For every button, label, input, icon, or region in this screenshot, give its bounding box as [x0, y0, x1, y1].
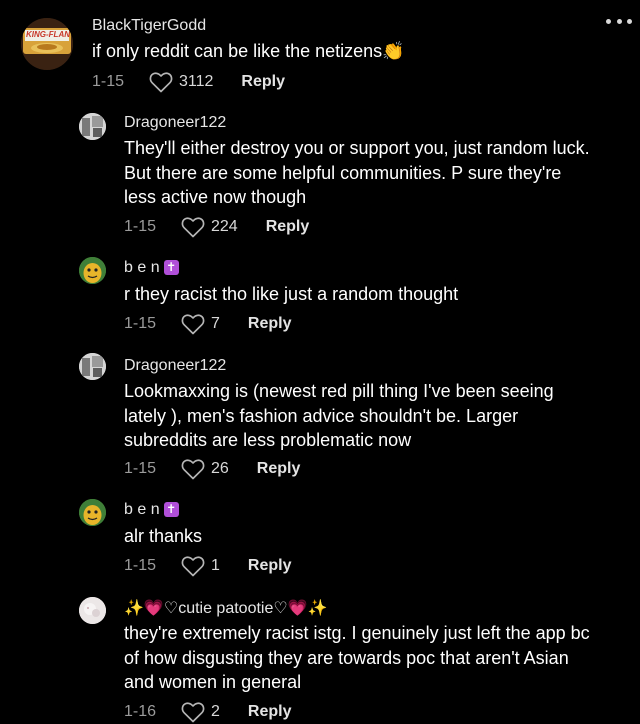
- avatar[interactable]: [79, 257, 106, 284]
- comment-username[interactable]: b e n ✝: [124, 501, 179, 519]
- reply-button[interactable]: Reply: [248, 315, 292, 333]
- like-button[interactable]: 224: [181, 216, 238, 238]
- comment-date: 1-15: [124, 557, 157, 574]
- comment-meta: 1-15 3112 Reply: [92, 70, 285, 94]
- comment-username[interactable]: b e n ✝: [124, 259, 179, 277]
- comment-date: 1-15: [124, 460, 157, 477]
- like-button[interactable]: 1: [181, 555, 220, 577]
- comment-date: 1-15: [92, 73, 125, 90]
- comment-date: 1-15: [124, 218, 157, 235]
- username-text: b e n: [124, 259, 160, 276]
- comment-text: They'll either destroy you or support yo…: [124, 138, 590, 207]
- comment-meta: 1-15 1 Reply: [124, 554, 291, 578]
- cross-badge-icon: ✝: [163, 260, 179, 275]
- comment-username[interactable]: ✨💗♡cutie patootie♡💗✨: [124, 598, 328, 618]
- avatar[interactable]: [79, 597, 106, 624]
- comment-meta: 1-15 224 Reply: [124, 215, 309, 239]
- like-count: 1: [211, 557, 220, 574]
- heart-icon: [181, 702, 205, 723]
- like-count: 2: [211, 703, 220, 720]
- like-count: 26: [211, 460, 229, 477]
- heart-icon: [149, 72, 173, 93]
- heart-icon: [181, 217, 205, 238]
- comment-meta: 1-15 26 Reply: [124, 457, 300, 481]
- like-count: 3112: [179, 73, 214, 90]
- comment-meta: 1-16 2 Reply: [124, 700, 291, 724]
- like-button[interactable]: 3112: [149, 71, 213, 93]
- heart-icon: [181, 459, 205, 480]
- comment-username[interactable]: Dragoneer122: [124, 114, 226, 132]
- username-text: b e n: [124, 501, 160, 518]
- reply-button[interactable]: Reply: [248, 703, 292, 721]
- reply-button[interactable]: Reply: [257, 460, 301, 478]
- comment-text: alr thanks: [124, 526, 203, 546]
- comment-text: if only reddit can be like the netizens👏: [92, 41, 405, 61]
- avatar[interactable]: [79, 499, 106, 526]
- comment-username[interactable]: Dragoneer122: [124, 357, 226, 375]
- comment-text: they're extremely racist istg. I genuine…: [124, 623, 590, 692]
- heart-icon: [181, 314, 205, 335]
- like-button[interactable]: 26: [181, 458, 229, 480]
- like-count: 224: [211, 218, 238, 235]
- comment-text: r they racist tho like just a random tho…: [124, 284, 459, 304]
- avatar[interactable]: [79, 353, 106, 380]
- reply-button[interactable]: Reply: [241, 73, 285, 91]
- comment-date: 1-16: [124, 703, 157, 720]
- comment-date: 1-15: [124, 315, 157, 332]
- avatar-logo-text: KING-FLAN: [26, 30, 70, 39]
- avatar[interactable]: KING-FLAN: [21, 18, 73, 70]
- like-count: 7: [211, 315, 220, 332]
- heart-icon: [181, 556, 205, 577]
- like-button[interactable]: 2: [181, 701, 220, 723]
- reply-button[interactable]: Reply: [266, 218, 310, 236]
- avatar[interactable]: [79, 113, 106, 140]
- comment-username[interactable]: BlackTigerGodd: [92, 17, 206, 35]
- reply-button[interactable]: Reply: [248, 557, 292, 575]
- cross-badge-icon: ✝: [163, 502, 179, 517]
- like-button[interactable]: 7: [181, 313, 220, 335]
- comment-item: KING-FLAN BlackTigerGodd if only reddit …: [0, 0, 640, 100]
- comment-text: Lookmaxxing is (newest red pill thing I'…: [124, 381, 554, 450]
- comment-meta: 1-15 7 Reply: [124, 312, 291, 336]
